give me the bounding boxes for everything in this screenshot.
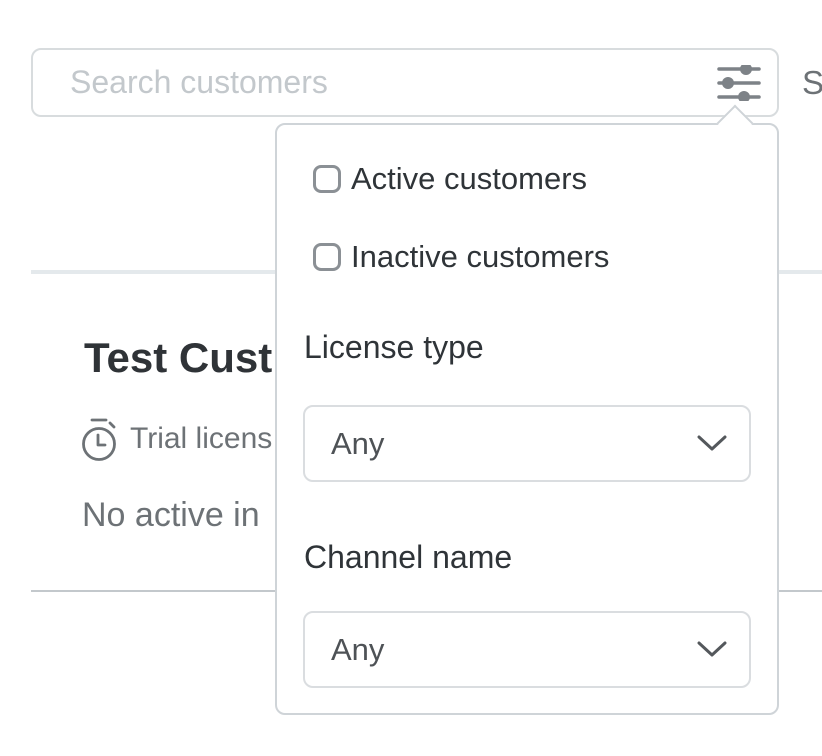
filter-button[interactable] <box>713 57 765 109</box>
active-customers-checkbox-row[interactable]: Active customers <box>313 161 587 197</box>
search-input[interactable] <box>33 50 777 115</box>
channel-name-select-value: Any <box>331 632 384 668</box>
channel-name-label: Channel name <box>304 539 512 576</box>
license-type-select-value: Any <box>331 426 384 462</box>
inactive-customers-label: Inactive customers <box>351 239 609 275</box>
license-type-label: License type <box>304 329 484 366</box>
inactive-customers-checkbox-row[interactable]: Inactive customers <box>313 239 609 275</box>
customer-name-heading: Test Cust <box>84 334 272 382</box>
license-type-select[interactable]: Any <box>303 405 751 482</box>
sliders-icon <box>717 65 761 101</box>
customer-status-text: No active in <box>82 496 260 535</box>
chevron-down-icon <box>697 435 727 452</box>
active-customers-label: Active customers <box>351 161 587 197</box>
search-bar <box>31 48 779 117</box>
chevron-down-icon <box>697 641 727 658</box>
customers-page: { "search": { "placeholder": "Search cus… <box>0 0 822 756</box>
right-edge-partial-label[interactable]: S <box>802 64 822 102</box>
stopwatch-icon <box>80 416 120 462</box>
trial-license-label: Trial licens <box>130 422 272 456</box>
channel-name-select[interactable]: Any <box>303 611 751 688</box>
filter-popover: Active customers Inactive customers Lice… <box>275 123 779 715</box>
trial-license-row: Trial licens <box>80 416 272 462</box>
active-customers-checkbox[interactable] <box>313 165 341 193</box>
inactive-customers-checkbox[interactable] <box>313 243 341 271</box>
